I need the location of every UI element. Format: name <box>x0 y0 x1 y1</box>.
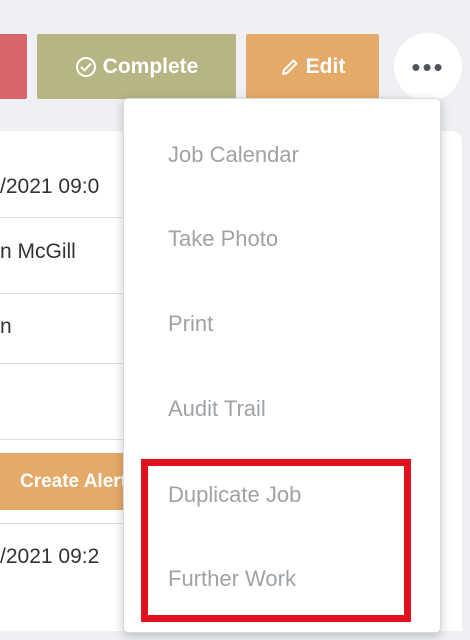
detail-row-date-2: /2021 09:2 <box>0 545 100 568</box>
menu-item-duplicate-job[interactable]: Duplicate Job <box>168 482 301 508</box>
create-alert-button[interactable]: Create Alert <box>0 453 135 510</box>
detail-row-date: /2021 09:0 <box>0 175 100 198</box>
menu-item-print[interactable]: Print <box>168 311 213 337</box>
complete-button[interactable]: Complete <box>37 34 236 99</box>
complete-button-label: Complete <box>102 54 199 78</box>
edit-button[interactable]: Edit <box>246 34 379 99</box>
edit-button-label: Edit <box>305 54 346 78</box>
menu-item-further-work[interactable]: Further Work <box>168 566 296 592</box>
more-options-icon: ••• <box>411 51 445 82</box>
pencil-icon <box>281 59 298 75</box>
menu-item-take-photo[interactable]: Take Photo <box>168 226 278 252</box>
detail-row-name: n McGill <box>0 240 76 263</box>
more-options-button[interactable]: ••• <box>394 33 462 101</box>
menu-item-audit-trail[interactable]: Audit Trail <box>168 396 266 422</box>
delete-button[interactable] <box>0 34 27 99</box>
detail-row-value: n <box>0 315 12 338</box>
menu-item-job-calendar[interactable]: Job Calendar <box>168 142 299 168</box>
check-circle-icon <box>75 56 96 77</box>
more-options-menu: Job Calendar Take Photo Print Audit Trai… <box>123 98 441 633</box>
create-alert-label: Create Alert <box>19 470 127 492</box>
